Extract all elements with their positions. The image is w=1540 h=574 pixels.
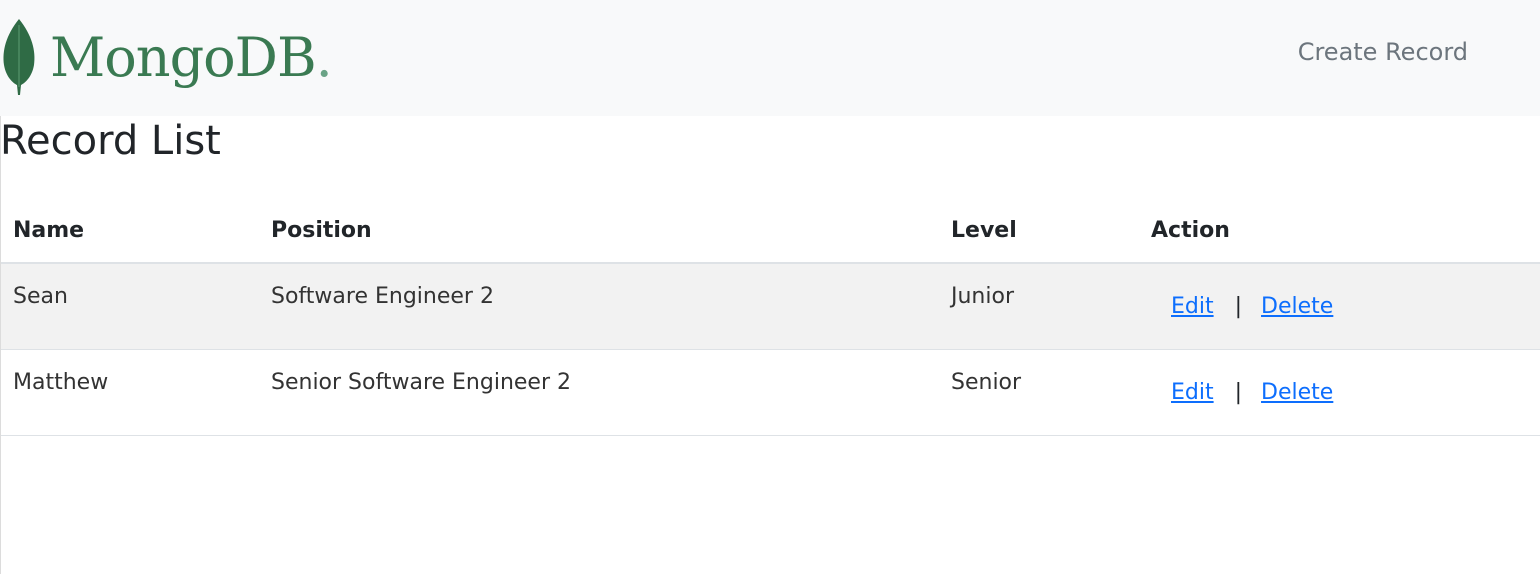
column-header-position: Position (258, 198, 938, 264)
delete-link[interactable]: Delete (1261, 380, 1333, 405)
table-body: Sean Software Engineer 2 Junior Edit | Del… (0, 263, 1540, 436)
table-row: Sean Software Engineer 2 Junior Edit | Del… (0, 263, 1540, 350)
records-table: Name Position Level Action Sean Software… (0, 198, 1540, 436)
action-separator: | (1234, 379, 1243, 405)
leaf-icon (3, 19, 35, 95)
action-separator: | (1234, 294, 1243, 319)
table-row: Matthew Senior Software Engineer 2 Senio… (0, 349, 1540, 436)
cell-name: Sean (0, 263, 258, 350)
delete-link[interactable]: Delete (1261, 294, 1333, 319)
column-header-name: Name (0, 198, 258, 264)
cell-position: Senior Software Engineer 2 (258, 349, 938, 436)
create-record-link[interactable]: Create Record (1298, 38, 1468, 66)
table-header: Name Position Level Action (0, 198, 1540, 264)
page-title: Record List (0, 118, 221, 164)
logo-text: MongoDB. (50, 31, 333, 85)
cell-level: Senior (938, 349, 1138, 436)
table-header-row: Name Position Level Action (0, 198, 1540, 264)
column-header-action: Action (1138, 198, 1540, 264)
mongodb-logo[interactable]: MongoDB. (0, 12, 333, 100)
edit-link[interactable]: Edit (1171, 294, 1214, 319)
cell-position: Software Engineer 2 (258, 263, 938, 350)
edit-link[interactable]: Edit (1171, 380, 1214, 405)
cell-level: Junior (938, 263, 1138, 350)
logo-wordmark: MongoDB (50, 26, 317, 89)
column-header-level: Level (938, 198, 1138, 264)
cell-name: Matthew (0, 349, 258, 436)
cell-action: Edit | Delete (1138, 349, 1540, 436)
logo-dot: . (315, 26, 333, 89)
navbar: MongoDB. Create Record (0, 0, 1540, 116)
cell-action: Edit | Delete (1138, 263, 1540, 350)
page-left-border (0, 116, 1, 574)
